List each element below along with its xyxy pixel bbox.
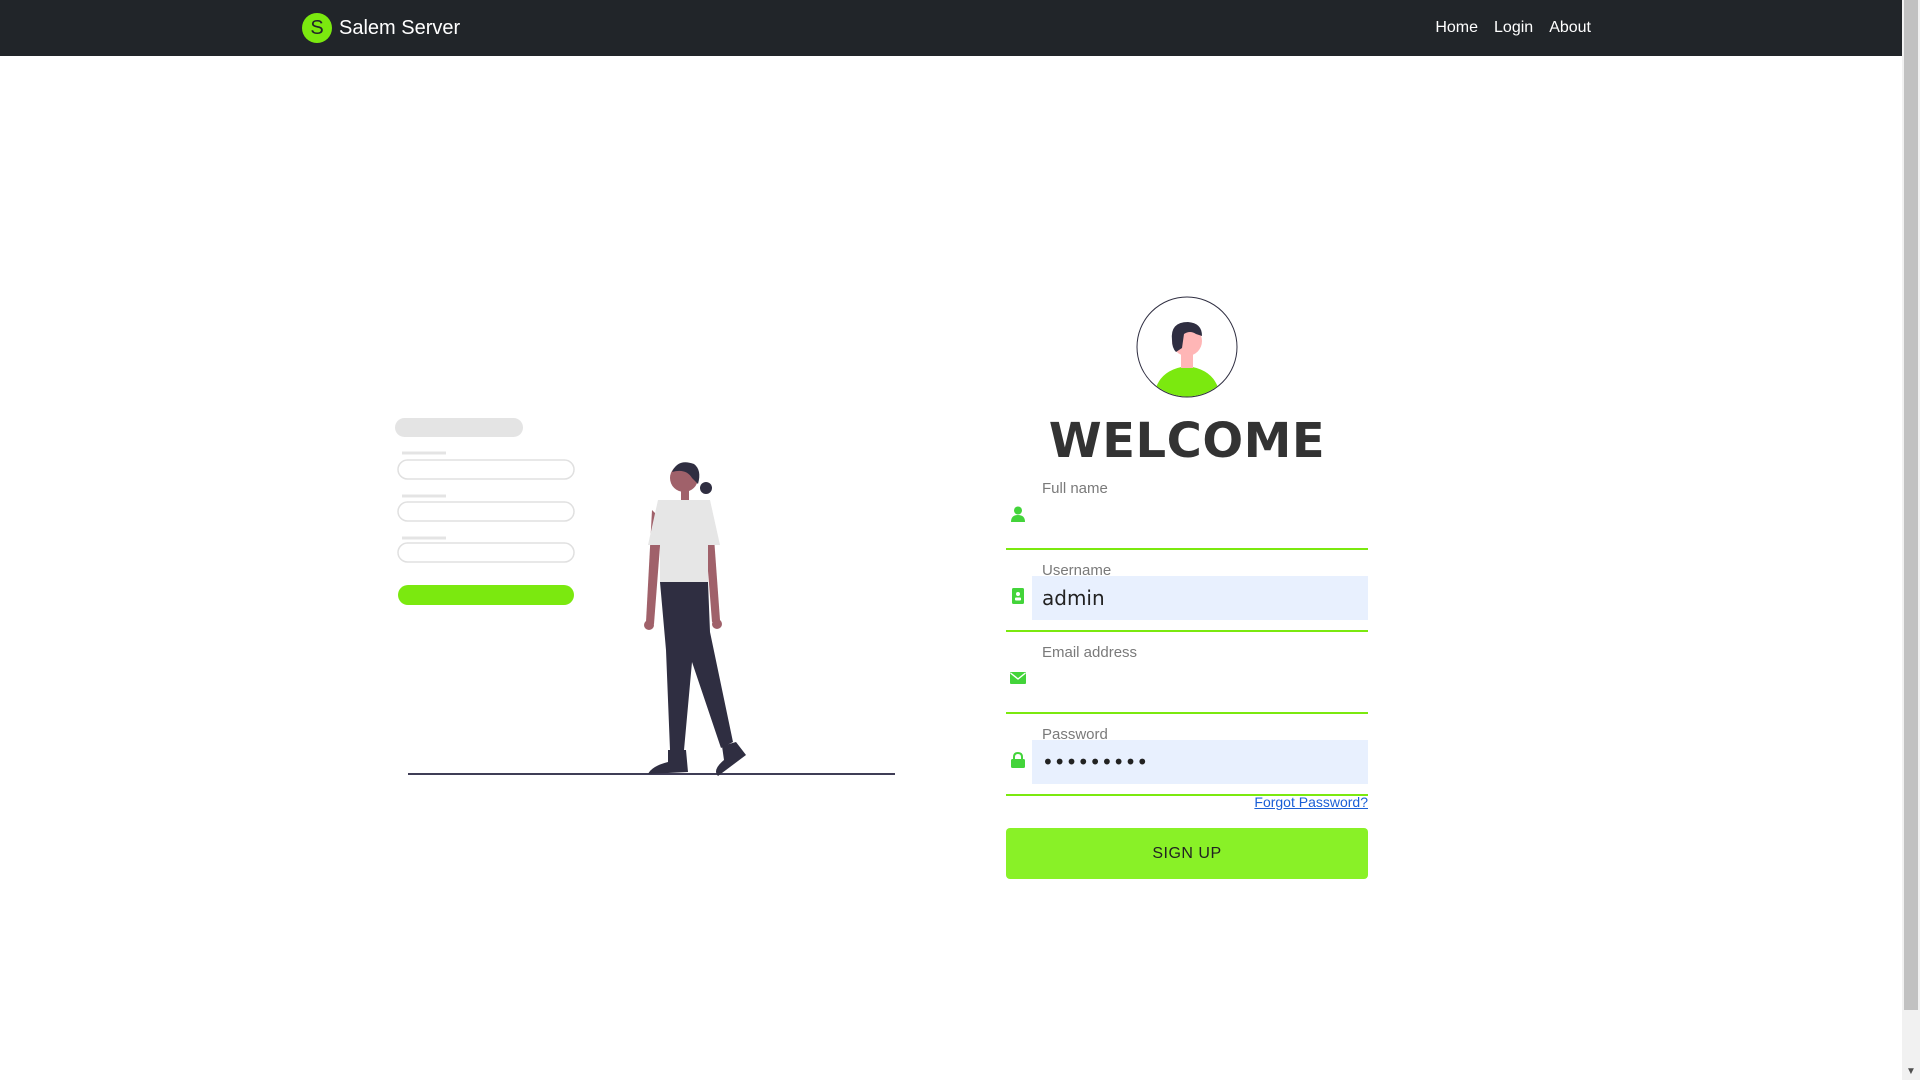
nav-links: Home Login About [1419,0,1591,56]
lock-icon [1010,752,1026,768]
sign-up-button[interactable]: SIGN UP [1006,828,1368,879]
signup-illustration [395,418,895,776]
nav-link-about[interactable]: About [1549,19,1591,37]
id-card-icon [1010,588,1026,604]
username-field: Username [1006,562,1368,632]
username-input[interactable] [1032,576,1368,620]
forgot-password-link[interactable]: Forgot Password? [1254,794,1368,810]
user-icon [1010,506,1026,522]
nav-link-login[interactable]: Login [1494,19,1533,37]
envelope-icon [1010,670,1026,686]
full-name-input[interactable] [1032,494,1368,538]
scrollbar-thumb[interactable] [1904,0,1918,1010]
brand-name: Salem Server [339,16,461,39]
nav-link-home[interactable]: Home [1435,19,1478,37]
brand-logo-icon: S [302,13,332,43]
avatar-icon [1136,296,1238,398]
password-input[interactable] [1032,740,1368,784]
scroll-down-icon[interactable]: ▼ [1902,1063,1920,1080]
email-field: Email address [1006,644,1368,714]
email-input[interactable] [1032,658,1368,702]
password-field: Password [1006,726,1368,796]
brand-link[interactable]: S Salem Server [302,13,460,43]
navbar: S Salem Server Home Login About [0,0,1902,56]
page-scrollbar[interactable]: ▼ [1902,0,1920,1080]
welcome-heading: WELCOME [1048,413,1326,469]
full-name-field: Full name [1006,480,1368,550]
